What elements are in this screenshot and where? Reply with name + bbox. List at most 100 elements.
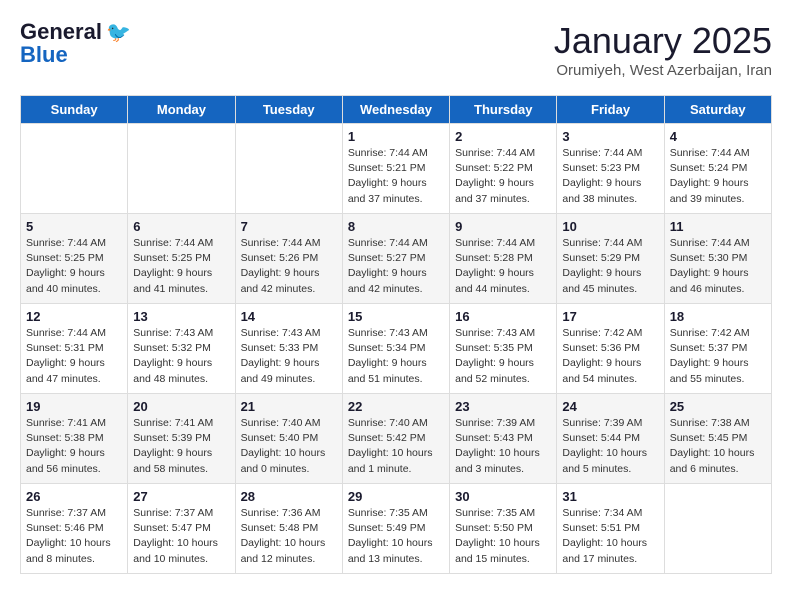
calendar-cell: 5 Sunrise: 7:44 AM Sunset: 5:25 PM Daylig…	[21, 214, 128, 304]
day-header-wednesday: Wednesday	[342, 96, 449, 124]
day-info: Sunrise: 7:44 AM Sunset: 5:28 PM Dayligh…	[455, 236, 551, 297]
day-info: Sunrise: 7:44 AM Sunset: 5:31 PM Dayligh…	[26, 326, 122, 387]
week-row-1: 1 Sunrise: 7:44 AM Sunset: 5:21 PM Daylig…	[21, 124, 772, 214]
calendar-cell: 25Sunrise: 7:38 AM Sunset: 5:45 PM Dayli…	[664, 394, 771, 484]
day-number: 28	[241, 489, 337, 504]
day-number: 6	[133, 219, 229, 234]
day-number: 4	[670, 129, 766, 144]
day-number: 13	[133, 309, 229, 324]
day-header-sunday: Sunday	[21, 96, 128, 124]
calendar-cell	[128, 124, 235, 214]
day-number: 15	[348, 309, 444, 324]
day-info: Sunrise: 7:36 AM Sunset: 5:48 PM Dayligh…	[241, 506, 337, 567]
day-header-monday: Monday	[128, 96, 235, 124]
calendar-cell: 11 Sunrise: 7:44 AM Sunset: 5:30 PM Dayli…	[664, 214, 771, 304]
day-number: 27	[133, 489, 229, 504]
day-number: 5	[26, 219, 122, 234]
calendar-cell: 24Sunrise: 7:39 AM Sunset: 5:44 PM Dayli…	[557, 394, 664, 484]
calendar-cell: 8 Sunrise: 7:44 AM Sunset: 5:27 PM Daylig…	[342, 214, 449, 304]
day-number: 26	[26, 489, 122, 504]
calendar-cell: 31Sunrise: 7:34 AM Sunset: 5:51 PM Dayli…	[557, 484, 664, 574]
calendar-cell: 23Sunrise: 7:39 AM Sunset: 5:43 PM Dayli…	[450, 394, 557, 484]
day-info: Sunrise: 7:35 AM Sunset: 5:50 PM Dayligh…	[455, 506, 551, 567]
calendar-cell: 16 Sunrise: 7:43 AM Sunset: 5:35 PM Dayli…	[450, 304, 557, 394]
calendar-cell: 2 Sunrise: 7:44 AM Sunset: 5:22 PM Daylig…	[450, 124, 557, 214]
day-number: 11	[670, 219, 766, 234]
calendar-cell: 19 Sunrise: 7:41 AM Sunset: 5:38 PM Dayli…	[21, 394, 128, 484]
calendar-cell: 13 Sunrise: 7:43 AM Sunset: 5:32 PM Dayli…	[128, 304, 235, 394]
day-number: 22	[348, 399, 444, 414]
title-block: January 2025 Orumiyeh, West Azerbaijan, …	[554, 20, 772, 79]
calendar-cell: 4 Sunrise: 7:44 AM Sunset: 5:24 PM Daylig…	[664, 124, 771, 214]
day-number: 19	[26, 399, 122, 414]
day-info: Sunrise: 7:44 AM Sunset: 5:21 PM Dayligh…	[348, 146, 444, 207]
day-number: 17	[562, 309, 658, 324]
calendar-cell: 30 Sunrise: 7:35 AM Sunset: 5:50 PM Dayli…	[450, 484, 557, 574]
calendar-cell: 1 Sunrise: 7:44 AM Sunset: 5:21 PM Daylig…	[342, 124, 449, 214]
calendar-cell: 6Sunrise: 7:44 AM Sunset: 5:25 PM Daylig…	[128, 214, 235, 304]
week-row-2: 5 Sunrise: 7:44 AM Sunset: 5:25 PM Daylig…	[21, 214, 772, 304]
day-info: Sunrise: 7:41 AM Sunset: 5:38 PM Dayligh…	[26, 416, 122, 477]
calendar-cell: 10 Sunrise: 7:44 AM Sunset: 5:29 PM Dayli…	[557, 214, 664, 304]
calendar-cell: 3 Sunrise: 7:44 AM Sunset: 5:23 PM Daylig…	[557, 124, 664, 214]
calendar-cell: 27 Sunrise: 7:37 AM Sunset: 5:47 PM Dayli…	[128, 484, 235, 574]
day-number: 21	[241, 399, 337, 414]
calendar-header-row: SundayMondayTuesdayWednesdayThursdayFrid…	[21, 96, 772, 124]
day-info: Sunrise: 7:35 AM Sunset: 5:49 PM Dayligh…	[348, 506, 444, 567]
day-info: Sunrise: 7:39 AM Sunset: 5:43 PM Dayligh…	[455, 416, 551, 477]
calendar-cell: 14Sunrise: 7:43 AM Sunset: 5:33 PM Dayli…	[235, 304, 342, 394]
day-number: 10	[562, 219, 658, 234]
location-subtitle: Orumiyeh, West Azerbaijan, Iran	[554, 62, 772, 79]
calendar-cell: 18Sunrise: 7:42 AM Sunset: 5:37 PM Dayli…	[664, 304, 771, 394]
day-number: 7	[241, 219, 337, 234]
day-info: Sunrise: 7:44 AM Sunset: 5:25 PM Dayligh…	[26, 236, 122, 297]
calendar-cell: 29 Sunrise: 7:35 AM Sunset: 5:49 PM Dayli…	[342, 484, 449, 574]
calendar-cell: 26 Sunrise: 7:37 AM Sunset: 5:46 PM Dayli…	[21, 484, 128, 574]
day-header-saturday: Saturday	[664, 96, 771, 124]
calendar-table: SundayMondayTuesdayWednesdayThursdayFrid…	[20, 95, 772, 574]
day-info: Sunrise: 7:44 AM Sunset: 5:26 PM Dayligh…	[241, 236, 337, 297]
day-info: Sunrise: 7:44 AM Sunset: 5:27 PM Dayligh…	[348, 236, 444, 297]
week-row-3: 12Sunrise: 7:44 AM Sunset: 5:31 PM Dayli…	[21, 304, 772, 394]
calendar-cell: 20Sunrise: 7:41 AM Sunset: 5:39 PM Dayli…	[128, 394, 235, 484]
calendar-cell: 17Sunrise: 7:42 AM Sunset: 5:36 PM Dayli…	[557, 304, 664, 394]
day-header-tuesday: Tuesday	[235, 96, 342, 124]
day-number: 30	[455, 489, 551, 504]
day-info: Sunrise: 7:37 AM Sunset: 5:47 PM Dayligh…	[133, 506, 229, 567]
day-info: Sunrise: 7:44 AM Sunset: 5:29 PM Dayligh…	[562, 236, 658, 297]
day-info: Sunrise: 7:38 AM Sunset: 5:45 PM Dayligh…	[670, 416, 766, 477]
day-number: 31	[562, 489, 658, 504]
day-number: 3	[562, 129, 658, 144]
day-info: Sunrise: 7:43 AM Sunset: 5:33 PM Dayligh…	[241, 326, 337, 387]
day-number: 1	[348, 129, 444, 144]
day-number: 18	[670, 309, 766, 324]
day-info: Sunrise: 7:44 AM Sunset: 5:22 PM Dayligh…	[455, 146, 551, 207]
day-info: Sunrise: 7:44 AM Sunset: 5:24 PM Dayligh…	[670, 146, 766, 207]
day-info: Sunrise: 7:44 AM Sunset: 5:23 PM Dayligh…	[562, 146, 658, 207]
calendar-cell: 7 Sunrise: 7:44 AM Sunset: 5:26 PM Daylig…	[235, 214, 342, 304]
day-header-friday: Friday	[557, 96, 664, 124]
logo-text: General	[20, 20, 102, 44]
logo: General 🐦 Blue	[20, 20, 131, 67]
calendar-cell: 28 Sunrise: 7:36 AM Sunset: 5:48 PM Dayli…	[235, 484, 342, 574]
calendar-cell: 12Sunrise: 7:44 AM Sunset: 5:31 PM Dayli…	[21, 304, 128, 394]
day-number: 29	[348, 489, 444, 504]
day-number: 16	[455, 309, 551, 324]
calendar-cell	[21, 124, 128, 214]
day-info: Sunrise: 7:40 AM Sunset: 5:42 PM Dayligh…	[348, 416, 444, 477]
day-info: Sunrise: 7:37 AM Sunset: 5:46 PM Dayligh…	[26, 506, 122, 567]
day-number: 8	[348, 219, 444, 234]
calendar-cell: 15Sunrise: 7:43 AM Sunset: 5:34 PM Dayli…	[342, 304, 449, 394]
calendar-cell: 9Sunrise: 7:44 AM Sunset: 5:28 PM Daylig…	[450, 214, 557, 304]
day-info: Sunrise: 7:39 AM Sunset: 5:44 PM Dayligh…	[562, 416, 658, 477]
day-info: Sunrise: 7:43 AM Sunset: 5:32 PM Dayligh…	[133, 326, 229, 387]
calendar-cell	[664, 484, 771, 574]
day-header-thursday: Thursday	[450, 96, 557, 124]
day-number: 2	[455, 129, 551, 144]
day-info: Sunrise: 7:43 AM Sunset: 5:35 PM Dayligh…	[455, 326, 551, 387]
calendar-cell: 22 Sunrise: 7:40 AM Sunset: 5:42 PM Dayli…	[342, 394, 449, 484]
page-header: General 🐦 Blue January 2025 Orumiyeh, We…	[20, 20, 772, 79]
day-info: Sunrise: 7:44 AM Sunset: 5:30 PM Dayligh…	[670, 236, 766, 297]
week-row-5: 26 Sunrise: 7:37 AM Sunset: 5:46 PM Dayli…	[21, 484, 772, 574]
day-info: Sunrise: 7:40 AM Sunset: 5:40 PM Dayligh…	[241, 416, 337, 477]
